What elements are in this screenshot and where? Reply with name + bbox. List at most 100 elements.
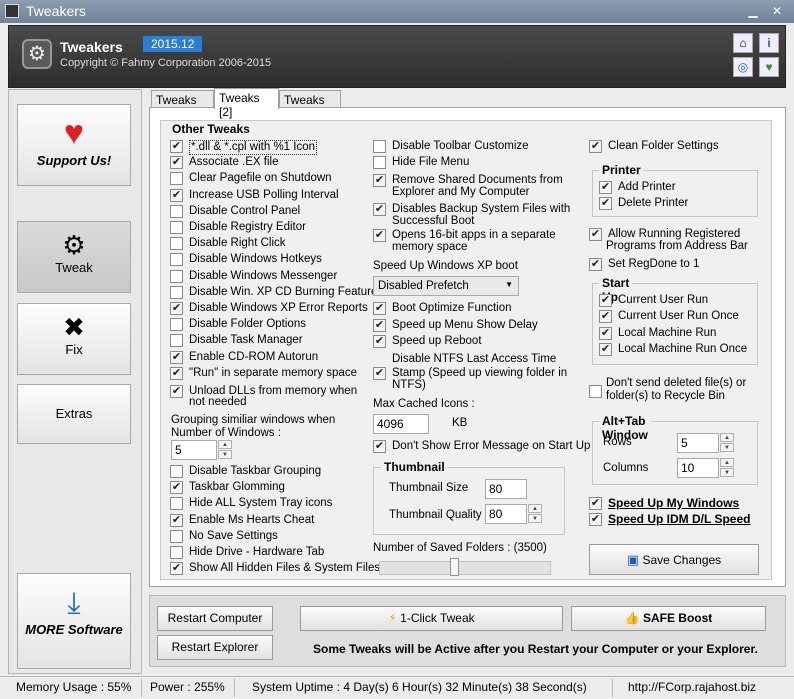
checkbox-box: ✔ [170,302,183,315]
columns-input[interactable]: 10 [677,458,719,478]
sidebar-item-extras[interactable]: Extras [17,384,131,444]
close-button[interactable]: ✕ [767,4,787,19]
checkbox-label: Disable Toolbar Customize [392,140,529,152]
checkbox-box: ✔ [170,140,183,153]
sidebar-item-tweak[interactable]: ⚙ Tweak [17,221,131,293]
spin-up-icon[interactable]: ▲ [720,458,734,467]
checkbox-label: No Save Settings [189,529,278,542]
spin-up-icon[interactable]: ▲ [528,504,542,513]
checkbox-box: ✔ [589,258,602,271]
checkbox-box: ✔ [589,497,602,510]
title-bar: Tweakers ▁ ✕ [0,0,794,23]
spin-down-icon[interactable]: ▼ [720,468,734,477]
checkbox-box: ✔ [589,228,602,241]
checkbox-box [170,318,183,332]
checkbox-label: Disable Right Click [189,237,286,250]
minimize-button[interactable]: ▁ [743,4,763,19]
thumb-quality-label: Thumbnail Quality [389,509,482,521]
checkbox-box [170,497,183,511]
checkbox-box: ✔ [170,350,183,364]
checkbox-label: Hide File Menu [392,156,470,168]
chevron-down-icon: ▼ [505,280,513,289]
checkbox-label: Show All Hidden Files & System Files [189,562,381,575]
checkbox-label-cont: Don't send deleted file(s) or [606,377,747,389]
update-icon[interactable]: ◎ [733,57,753,77]
spin-up-icon[interactable]: ▲ [218,440,232,449]
checkbox-box: ✔ [373,203,386,216]
tab-tweaks-1[interactable]: Tweaks [1] [151,90,214,121]
spin-down-icon[interactable]: ▼ [720,443,734,452]
support-button[interactable]: ♥ Support Us! [17,104,131,186]
info-icon[interactable]: i [759,33,779,53]
checkbox-box: ✔ [599,181,612,194]
checkbox-box [373,140,386,153]
speed-boot-select[interactable]: Disabled Prefetch ▼ [373,276,519,296]
checkbox-box: ✔ [599,310,612,323]
checkbox-box: ✔ [170,481,183,495]
support-label: Support Us! [36,153,112,168]
checkbox-label: Taskbar Glomming [189,481,285,494]
more-software-button[interactable]: ⤓ MORE Software [17,573,131,669]
spin-up-icon[interactable]: ▲ [720,433,734,442]
checkbox-box: ✔ [170,385,183,398]
spin-down-icon[interactable]: ▼ [218,450,232,459]
checkbox-label: Local Machine Run Once [618,343,748,355]
checkbox-label-cont: memory space [392,241,468,253]
grouping-label-2: Number of Windows : [171,427,281,439]
tab-tweaks-2[interactable]: Tweaks [2] [214,88,279,119]
spin-down-icon[interactable]: ▼ [528,514,542,523]
thumbs-up-icon: 👍 [624,611,640,625]
checkbox-label: Enable CD-ROM Autorun [189,350,319,363]
checkbox-box [170,253,183,267]
sidebar-item-fix[interactable]: ✖ Fix [17,303,131,375]
tab-tweaks-3[interactable]: Tweaks [3] [279,90,341,121]
checkbox-label: Hide ALL System Tray icons [189,497,333,510]
thumb-quality-input[interactable]: 80 [485,504,527,524]
status-divider [612,679,613,697]
checkbox-label-cont: Explorer and My Computer [392,186,530,198]
restart-notice: Some Tweaks will be Active after you Res… [313,642,758,656]
save-changes-button[interactable]: ▣ Save Changes [589,544,759,575]
sidebar: ♥ Support Us! ⚙ Tweak ✖ Fix Extras ⤓ MOR… [8,89,142,674]
save-changes-label: Save Changes [642,553,722,567]
rows-input[interactable]: 5 [677,433,719,453]
one-click-tweak-button[interactable]: ⚡ 1-Click Tweak [300,606,563,631]
checkbox-label: Speed up Menu Show Delay [392,319,538,331]
checkbox-box [170,204,183,218]
download-icon: ⤓ [67,587,81,620]
checkbox-label: Add Printer [618,181,676,193]
checkbox-label: "Run" in separate memory space [189,366,357,379]
unload-label-2: not needed [189,396,247,408]
checkbox-box [170,529,183,543]
checkbox-label-cont: Programs from Address Bar [606,240,748,252]
max-cached-input[interactable]: 4096 [373,414,429,434]
home-icon[interactable]: ⌂ [733,33,753,53]
restart-computer-button[interactable]: Restart Computer [157,606,273,631]
restart-explorer-button[interactable]: Restart Explorer [157,635,273,660]
speed-boot-value: Disabled Prefetch [378,280,469,292]
website-link[interactable]: http://FCorp.rajahost.biz [628,680,756,694]
checkbox-label: Speed Up My Windows [608,496,740,510]
printer-group-title: Printer [599,163,644,177]
tools-icon: ✖ [63,312,85,342]
app-name: Tweakers [60,39,123,55]
checkbox-box [170,546,183,559]
checkbox-label: *.dll & *.cpl with %1 Icon [189,140,318,155]
checkbox-box: ✔ [170,513,183,527]
saved-folders-slider[interactable] [379,561,551,575]
heart-plus-icon[interactable]: ♥ [759,57,779,77]
lightning-icon: ⚡ [388,611,397,625]
sidebar-item-label: Fix [65,342,83,357]
slider-handle[interactable] [450,558,459,576]
checkbox-box: ✔ [373,440,386,453]
copyright: Copyright © Fahmy Corporation 2006-2015 [60,57,272,69]
safe-boost-button[interactable]: 👍 SAFE Boost [571,606,766,631]
save-icon: ▣ [626,552,640,567]
checkbox-label: Boot Optimize Function [392,302,512,314]
thumb-size-input[interactable]: 80 [485,479,527,499]
version-badge: 2015.12 [143,36,203,52]
checkbox-box: ✔ [599,343,612,356]
grouping-count-input[interactable]: 5 [171,440,217,460]
checkbox-box: ✔ [589,513,602,526]
checkbox-box: ✔ [373,174,386,187]
